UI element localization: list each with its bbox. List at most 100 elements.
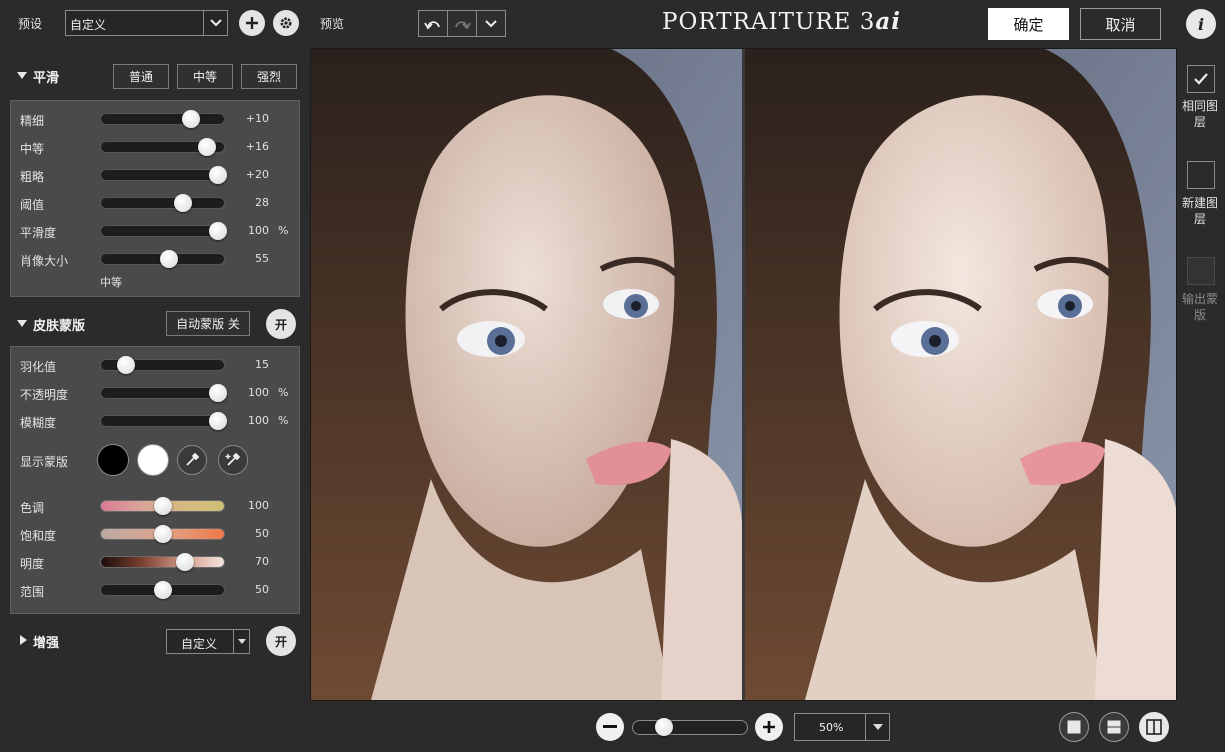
slider-label: 粗略 bbox=[20, 170, 45, 184]
slider-thumb[interactable] bbox=[197, 138, 216, 156]
slider-value: 15 bbox=[255, 358, 269, 371]
eyedropper-button[interactable] bbox=[177, 445, 207, 475]
slider-thumb[interactable] bbox=[175, 553, 194, 571]
eyedropper-add-button[interactable] bbox=[218, 445, 248, 475]
slider-label: 范围 bbox=[20, 585, 45, 599]
slider-value: 50 bbox=[255, 527, 269, 540]
preset-medium-button[interactable]: 中等 bbox=[177, 64, 233, 89]
preset-strong-button[interactable]: 强烈 bbox=[241, 64, 297, 89]
settings-panel: 预设 自定义 平滑 普通 中等 强烈 精细 +10 中等 +16 粗略 +20 阈值 28 平滑… bbox=[0, 0, 310, 752]
same-layer-label: 相同图层 bbox=[1181, 99, 1218, 129]
portrait-image-original bbox=[311, 49, 742, 700]
output-mask-checkbox[interactable] bbox=[1187, 257, 1215, 285]
slider-track[interactable] bbox=[100, 250, 225, 268]
slider-thumb[interactable] bbox=[159, 250, 178, 268]
slider-value: 55 bbox=[255, 252, 269, 265]
slider-track[interactable] bbox=[100, 412, 227, 430]
info-button[interactable]: i bbox=[1186, 9, 1216, 39]
slider-track[interactable] bbox=[100, 166, 227, 184]
slider-track[interactable] bbox=[100, 525, 225, 543]
slider-label: 色调 bbox=[20, 501, 45, 515]
single-view-button[interactable] bbox=[1059, 712, 1089, 742]
slider-thumb[interactable] bbox=[153, 497, 172, 515]
slider-track[interactable] bbox=[100, 222, 227, 240]
slider-thumb[interactable] bbox=[116, 356, 135, 374]
enhance-preset-value: 自定义 bbox=[181, 637, 218, 651]
processed-preview bbox=[745, 49, 1176, 700]
redo-icon bbox=[455, 20, 471, 29]
slider-thumb[interactable] bbox=[208, 222, 227, 240]
zoom-level-select[interactable]: 50% bbox=[794, 713, 890, 741]
preset-select[interactable]: 自定义 bbox=[65, 10, 228, 36]
slider-track[interactable] bbox=[100, 497, 225, 515]
slider-track[interactable] bbox=[100, 384, 227, 402]
add-preset-button[interactable] bbox=[239, 10, 265, 36]
slider-track[interactable] bbox=[100, 553, 225, 571]
slider-track[interactable] bbox=[100, 356, 225, 374]
black-swatch[interactable] bbox=[97, 444, 129, 476]
zoom-out-button[interactable] bbox=[596, 713, 624, 741]
slider-thumb[interactable] bbox=[153, 581, 172, 599]
same-layer-checkbox[interactable] bbox=[1187, 65, 1215, 93]
zoom-slider-thumb[interactable] bbox=[654, 718, 673, 736]
zoom-in-button[interactable] bbox=[755, 713, 783, 741]
single-view-icon bbox=[1067, 720, 1081, 734]
enhance-preset-select[interactable]: 自定义 bbox=[166, 629, 250, 654]
slider-label: 肖像大小 bbox=[20, 254, 69, 268]
slider-unit: % bbox=[278, 224, 289, 237]
portrait-image-processed bbox=[745, 49, 1176, 700]
slider-track[interactable] bbox=[100, 110, 225, 128]
slider-thumb[interactable] bbox=[208, 166, 227, 184]
skin-mask-toggle[interactable]: 开 bbox=[266, 309, 296, 339]
slider-thumb[interactable] bbox=[181, 110, 200, 128]
slider-value: 100 bbox=[248, 224, 269, 237]
slider-track[interactable] bbox=[100, 138, 225, 156]
output-mask-label: 输出蒙版 bbox=[1181, 292, 1218, 322]
slider-thumb[interactable] bbox=[153, 525, 172, 543]
brand-main: PORTRAITURE 3 bbox=[662, 9, 876, 35]
slider-label: 明度 bbox=[20, 557, 45, 571]
expand-triangle-icon[interactable] bbox=[20, 635, 27, 645]
smoothing-title: 平滑 bbox=[33, 71, 60, 86]
slider-value: 50 bbox=[255, 583, 269, 596]
split-vertical-view-button[interactable] bbox=[1139, 712, 1169, 742]
slider-unit: % bbox=[278, 414, 289, 427]
preset-label: 预设 bbox=[18, 17, 43, 31]
undo-button[interactable] bbox=[418, 10, 448, 37]
slider-track[interactable] bbox=[100, 581, 225, 599]
slider-value: +10 bbox=[245, 112, 269, 125]
gear-icon bbox=[280, 17, 292, 29]
slider-value: 100 bbox=[248, 499, 269, 512]
chevron-down-icon[interactable] bbox=[203, 11, 227, 35]
slider-label: 平滑度 bbox=[20, 226, 57, 240]
split-horizontal-view-button[interactable] bbox=[1099, 712, 1129, 742]
slider-value: +20 bbox=[245, 168, 269, 181]
chevron-down-icon bbox=[485, 19, 497, 27]
cancel-button[interactable]: 取消 bbox=[1080, 8, 1161, 40]
slider-thumb[interactable] bbox=[208, 384, 227, 402]
history-dropdown-button[interactable] bbox=[476, 10, 506, 37]
slider-label: 羽化值 bbox=[20, 360, 57, 374]
slider-unit: % bbox=[278, 386, 289, 399]
preview-area[interactable] bbox=[310, 48, 1177, 701]
redo-button[interactable] bbox=[447, 10, 477, 37]
auto-mask-button[interactable]: 自动蒙版 关 bbox=[166, 311, 250, 336]
slider-label: 阈值 bbox=[20, 198, 45, 212]
caret-down-icon[interactable] bbox=[865, 714, 889, 740]
ok-button[interactable]: 确定 bbox=[988, 8, 1069, 40]
caret-down-icon[interactable] bbox=[233, 630, 249, 653]
white-swatch[interactable] bbox=[137, 444, 169, 476]
zoom-slider[interactable] bbox=[632, 718, 748, 736]
app-logo: PORTRAITURE 3ai bbox=[662, 8, 900, 38]
collapse-triangle-icon[interactable] bbox=[17, 320, 27, 327]
collapse-triangle-icon[interactable] bbox=[17, 72, 27, 79]
new-layer-checkbox[interactable] bbox=[1187, 161, 1215, 189]
slider-label: 中等 bbox=[20, 142, 45, 156]
check-icon bbox=[1194, 73, 1208, 85]
slider-track[interactable] bbox=[100, 194, 225, 212]
settings-button[interactable] bbox=[273, 10, 299, 36]
preset-normal-button[interactable]: 普通 bbox=[113, 64, 169, 89]
slider-thumb[interactable] bbox=[208, 412, 227, 430]
slider-label: 不透明度 bbox=[20, 388, 69, 402]
enhance-toggle[interactable]: 开 bbox=[266, 626, 296, 656]
